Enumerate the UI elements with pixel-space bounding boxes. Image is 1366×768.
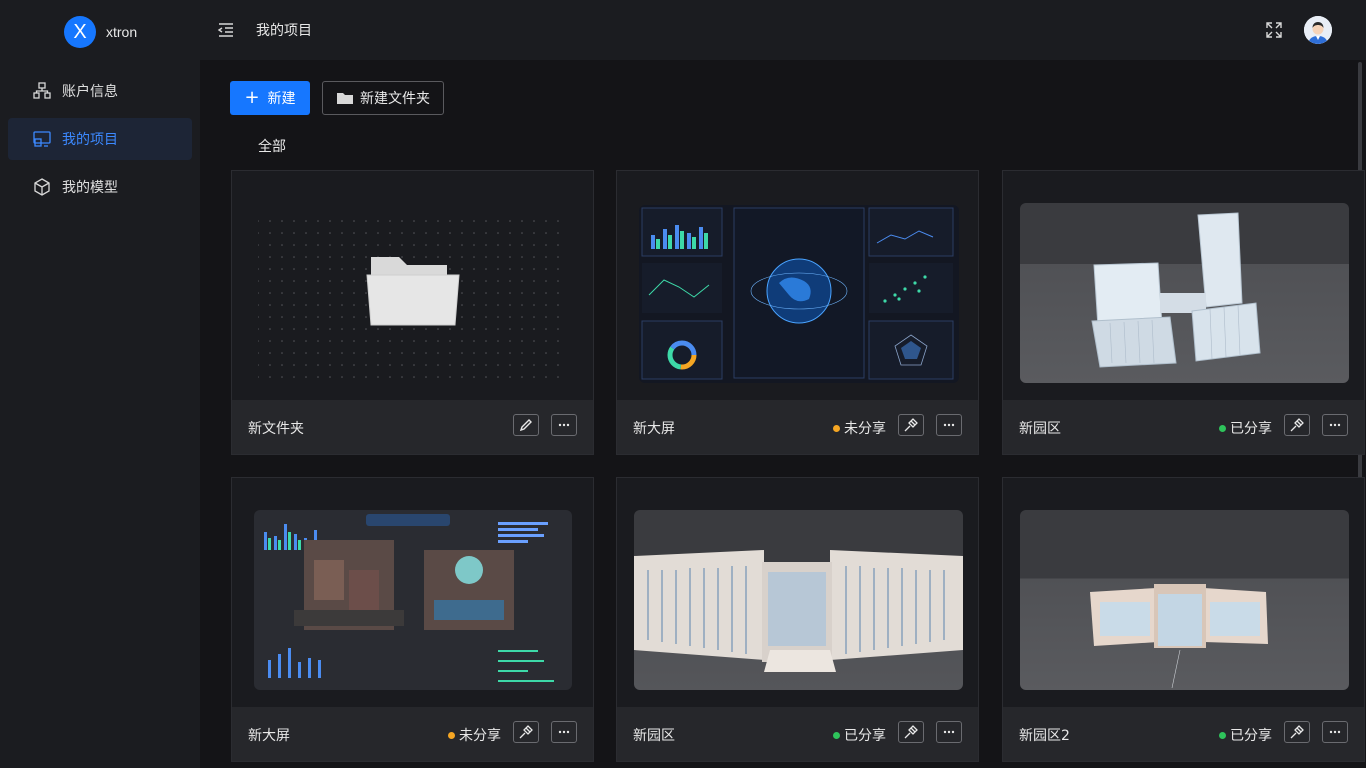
card-footer: 新园区 已分享	[1003, 400, 1364, 454]
more-button[interactable]	[936, 721, 962, 743]
hammer-icon	[1290, 418, 1304, 432]
folder-icon	[337, 93, 353, 104]
card-thumbnail	[617, 171, 978, 400]
share-status: 已分享	[1219, 418, 1272, 438]
status-dot	[833, 731, 840, 739]
more-icon	[1329, 730, 1341, 734]
build-button[interactable]	[1284, 414, 1310, 436]
build-button[interactable]	[513, 721, 539, 743]
status-text: 已分享	[1230, 421, 1272, 437]
share-status: 已分享	[1219, 725, 1272, 745]
project-card[interactable]: 新文件夹	[231, 170, 594, 455]
building-preview	[1020, 203, 1349, 383]
more-button[interactable]	[1322, 721, 1348, 743]
hammer-icon	[519, 725, 533, 739]
sidebar: X xtron 账户信息 我的项目 我的模型	[0, 0, 200, 768]
card-footer: 新园区2 已分享	[1003, 707, 1364, 761]
status-dot	[448, 731, 455, 739]
app-name: xtron	[106, 24, 138, 40]
filter-all-tab[interactable]: 全部	[258, 136, 286, 156]
more-icon	[943, 730, 955, 734]
more-button[interactable]	[936, 414, 962, 436]
sidebar-item-label: 我的模型	[62, 180, 118, 196]
card-thumbnail	[232, 171, 593, 400]
card-footer: 新文件夹	[232, 400, 593, 454]
sidebar-nav: 账户信息 我的项目 我的模型	[8, 70, 192, 214]
card-title: 新大屏	[248, 728, 290, 744]
status-text: 未分享	[459, 728, 501, 744]
sidebar-item-models[interactable]: 我的模型	[8, 166, 192, 208]
user-avatar-icon	[1304, 16, 1332, 44]
status-dot	[1219, 424, 1226, 432]
new-button-label: 新建	[267, 91, 296, 107]
status-text: 已分享	[1230, 728, 1272, 744]
more-button[interactable]	[551, 721, 577, 743]
card-title: 新文件夹	[248, 421, 304, 437]
app-logo[interactable]: X xtron	[64, 16, 137, 48]
hammer-icon	[904, 725, 918, 739]
edit-icon	[519, 419, 532, 432]
page-title: 我的项目	[256, 23, 312, 39]
share-status: 未分享	[448, 725, 501, 745]
build-button[interactable]	[898, 414, 924, 436]
cube-icon	[34, 178, 50, 196]
hammer-icon	[904, 418, 918, 432]
card-thumbnail	[1003, 171, 1364, 400]
card-title: 新大屏	[633, 421, 675, 437]
menu-fold-icon[interactable]	[216, 20, 236, 40]
card-thumbnail	[617, 478, 978, 707]
card-thumbnail	[1003, 478, 1364, 707]
new-folder-label: 新建文件夹	[360, 91, 430, 107]
dashboard-preview	[254, 510, 572, 690]
main-content: + 新建 新建文件夹 全部 新文件夹 新大屏 未分享 新园区 已分享 新大屏 未…	[200, 60, 1366, 768]
sidebar-item-account[interactable]: 账户信息	[8, 70, 192, 112]
build-button[interactable]	[898, 721, 924, 743]
card-thumbnail	[232, 478, 593, 707]
more-icon	[558, 423, 570, 427]
more-icon	[1329, 423, 1341, 427]
dashboard-preview	[639, 205, 959, 383]
share-status: 未分享	[833, 418, 886, 438]
folder-icon	[366, 257, 460, 326]
card-footer: 新大屏 未分享	[617, 400, 978, 454]
sidebar-item-label: 账户信息	[62, 84, 118, 100]
card-title: 新园区	[1019, 421, 1061, 437]
card-footer: 新园区 已分享	[617, 707, 978, 761]
share-status: 已分享	[833, 725, 886, 745]
more-button[interactable]	[1322, 414, 1348, 436]
status-dot	[1219, 731, 1226, 739]
build-button[interactable]	[1284, 721, 1310, 743]
status-text: 已分享	[844, 728, 886, 744]
logo-mark: X	[64, 16, 96, 48]
new-folder-button[interactable]: 新建文件夹	[322, 81, 444, 115]
edit-button[interactable]	[513, 414, 539, 436]
account-tree-icon	[33, 82, 51, 99]
more-icon	[558, 730, 570, 734]
building-preview	[634, 510, 963, 690]
card-title: 新园区2	[1019, 728, 1070, 744]
project-card[interactable]: 新大屏 未分享	[231, 477, 594, 762]
project-card[interactable]: 新大屏 未分享	[616, 170, 979, 455]
top-header: 我的项目	[200, 0, 1366, 60]
card-footer: 新大屏 未分享	[232, 707, 593, 761]
project-card[interactable]: 新园区 已分享	[1002, 170, 1365, 455]
sidebar-item-label: 我的项目	[62, 132, 118, 148]
building-preview	[1020, 510, 1349, 690]
sidebar-item-projects[interactable]: 我的项目	[8, 118, 192, 160]
more-button[interactable]	[551, 414, 577, 436]
status-dot	[833, 424, 840, 432]
fullscreen-icon[interactable]	[1264, 20, 1284, 40]
hammer-icon	[1290, 725, 1304, 739]
status-text: 未分享	[844, 421, 886, 437]
project-card[interactable]: 新园区2 已分享	[1002, 477, 1365, 762]
new-button[interactable]: + 新建	[230, 81, 310, 115]
plus-icon: +	[244, 87, 260, 108]
avatar[interactable]	[1304, 16, 1332, 44]
project-card[interactable]: 新园区 已分享	[616, 477, 979, 762]
more-icon	[943, 423, 955, 427]
project-screen-icon	[33, 131, 51, 147]
card-title: 新园区	[633, 728, 675, 744]
